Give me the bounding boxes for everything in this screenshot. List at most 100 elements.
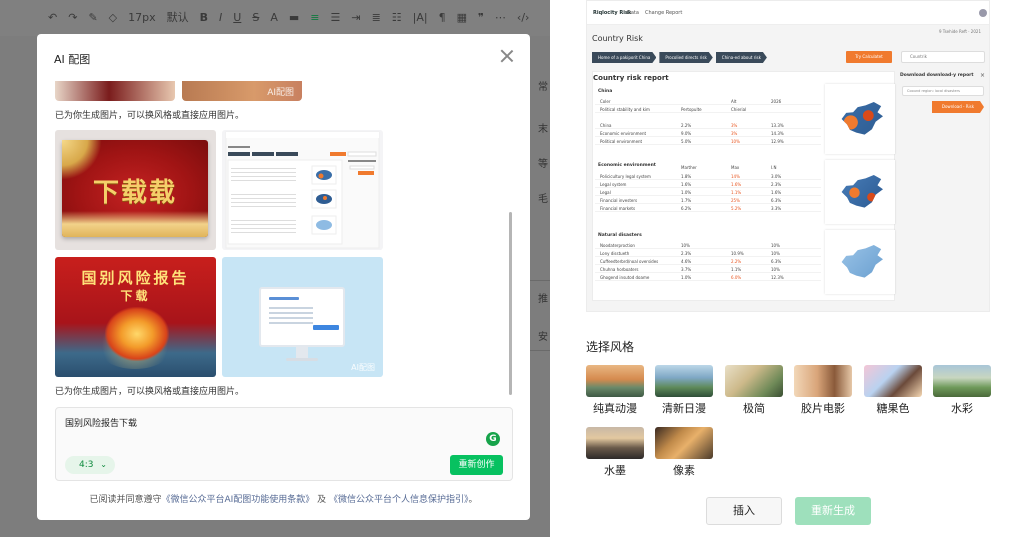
preview-breadcrumb: Home of a pakiporit China Procolied dire… [592,52,767,63]
china-map [841,245,883,278]
generated-image[interactable]: 国别风险报告 下载 [55,257,216,377]
table-row: Financial investers 1.7% 25% 6.3% [595,196,821,204]
bold-icon[interactable]: B [200,11,208,25]
italic-icon[interactable]: I [219,11,222,25]
aspect-ratio-select[interactable]: 4:3 ⌄ [65,456,115,474]
table-icon[interactable]: ▦ [457,11,467,25]
generated-image[interactable]: AI配图 [222,257,383,377]
image-caption: 下载载 [92,178,177,208]
align-left-icon[interactable]: ☰ [330,11,340,25]
download-button: Download - Risk [932,101,984,113]
agreement-middle: 及 [317,495,327,505]
generated-image[interactable]: 下载载 [55,130,216,250]
editor-toolbar: ↶ ↷ ✎ ◇ 17px 默认 B I U S A ▬ ≡ ☰ ⇥ ≣ ☷ |A… [0,0,550,36]
redo-icon[interactable]: ↷ [68,11,77,25]
indent-icon[interactable]: ⇥ [351,11,360,25]
privacy-link[interactable]: 《微信公众平台个人信息保护指引》 [329,495,469,505]
terms-link[interactable]: 《微信公众平台AI配图功能使用条款》 [161,495,314,505]
insert-button[interactable]: 插入 [706,497,782,525]
font-size-select[interactable]: 17px [128,11,156,25]
grammarly-icon[interactable]: G [486,432,500,446]
editor-side-panel: 常 末 等 毛 推 安 [526,60,550,537]
style-option-fresh-anime[interactable]: 清新日漫 [655,365,713,416]
style-thumbnail [725,365,783,397]
more-icon[interactable]: ⋯ [495,11,506,25]
style-option-ink[interactable]: 水墨 [586,427,644,478]
paragraph-icon[interactable]: ¶ [439,11,446,25]
format-painter-icon[interactable]: ✎ [88,11,97,25]
watermark: AI配图 [351,363,375,372]
section-title: China [598,89,613,94]
table-row: Chuhna horboaters 3.7% 1.1% 10% [595,265,821,273]
close-icon[interactable] [499,48,515,64]
style-label: 清新日漫 [662,402,706,415]
underline-icon[interactable]: U [233,11,241,25]
close-icon: × [979,72,985,79]
screen: ↶ ↷ ✎ ◇ 17px 默认 B I U S A ▬ ≡ ☰ ⇥ ≣ ☷ |A… [0,0,1024,537]
breadcrumb-item: Home of a pakiporit China [592,52,656,63]
generated-image[interactable] [222,130,383,250]
map-card [825,84,895,154]
china-map [841,102,883,135]
side-label: 常 [538,82,548,93]
download-heading: Download download-y report [900,73,974,78]
previous-image[interactable] [55,81,175,101]
style-label: 胶片电影 [801,402,845,415]
table-row: Legal system 1.6% 1.6% 2.3% [595,180,821,188]
style-label: 纯真动漫 [593,402,637,415]
region-select: Coound region: local disasters [902,86,984,96]
style-option-candy[interactable]: 糖果色 [864,365,922,416]
letter-spacing-icon[interactable]: |A| [413,11,428,25]
style-thumbnail [794,365,852,397]
recreate-button[interactable]: 重新创作 [450,455,503,475]
preview-navbar: Riqlocity Risk Data Change Report [587,1,989,25]
monitor-line [269,312,313,314]
table-row: China 2.2% 3% 13.3% [595,121,821,129]
image-caption: 国别风险报告 [81,269,190,287]
style-option-minimal[interactable]: 极简 [725,365,783,416]
style-option-watercolor[interactable]: 水彩 [933,365,991,416]
breadcrumb-item: Procolied directs risk [659,52,712,63]
prompt-textarea[interactable]: 国别风险报告下载 G 4:3 ⌄ 重新创作 [55,407,513,481]
table-row: Legal 1.0% 1.1% 1.6% [595,188,821,196]
style-thumbnail [933,365,991,397]
image-caption: 下载 [120,289,151,303]
line-height-icon[interactable]: ≣ [372,11,381,25]
report-section: Economic environment Marther Max I.N Polic… [595,160,821,222]
list-icon[interactable]: ☷ [392,11,402,25]
preview-date: 9 Tsehide Reft · 2021 [938,29,981,34]
strikethrough-icon[interactable]: S [252,11,259,25]
monitor-bar [269,297,299,300]
style-option-pure-anime[interactable]: 纯真动漫 [586,365,644,416]
highlight-icon[interactable]: A [270,11,278,25]
side-label: 安 [538,332,548,343]
style-panel: Riqlocity Risk Data Change Report 9 Tseh… [550,0,1024,537]
report-screenshot-thumbnail [225,131,380,249]
undo-icon[interactable]: ↶ [48,11,57,25]
style-thumbnail [586,427,644,459]
style-heading: 选择风格 [586,340,635,354]
eraser-icon[interactable]: ◇ [109,11,117,25]
style-option-pixel[interactable]: 像素 [655,427,713,478]
previous-image[interactable]: AI配图 [182,81,302,101]
aspect-ratio-value: 4:3 [79,460,94,470]
preview-download-panel: Download download-y report × Coound regi… [900,71,988,121]
chevron-down-icon: ⌄ [100,460,107,469]
text-color-icon[interactable]: ▬ [289,11,299,25]
table-row: Lony disstueth 2.3% 10.9% 10% [595,249,821,257]
scrollbar[interactable] [509,212,512,395]
align-center-icon[interactable]: ≡ [310,11,319,25]
generated-note: 已为你生成图片，可以换风格或直接应用图片。 [55,387,245,397]
map-card [825,230,895,294]
preview-search: Countrik [901,51,985,63]
preview-report-title: Country risk report [593,74,669,82]
quote-icon[interactable]: ❞ [478,11,484,25]
style-option-film[interactable]: 胶片电影 [794,365,852,416]
code-icon[interactable]: ‹/› [517,11,530,25]
generated-note: 已为你生成图片，可以换风格或直接应用图片。 [55,111,245,121]
font-family-select[interactable]: 默认 [167,11,189,25]
style-label: 糖果色 [876,402,910,415]
prompt-text[interactable]: 国别风险报告下载 [65,416,137,429]
monitor-line [269,317,313,319]
regenerate-button[interactable]: 重新生成 [795,497,871,525]
